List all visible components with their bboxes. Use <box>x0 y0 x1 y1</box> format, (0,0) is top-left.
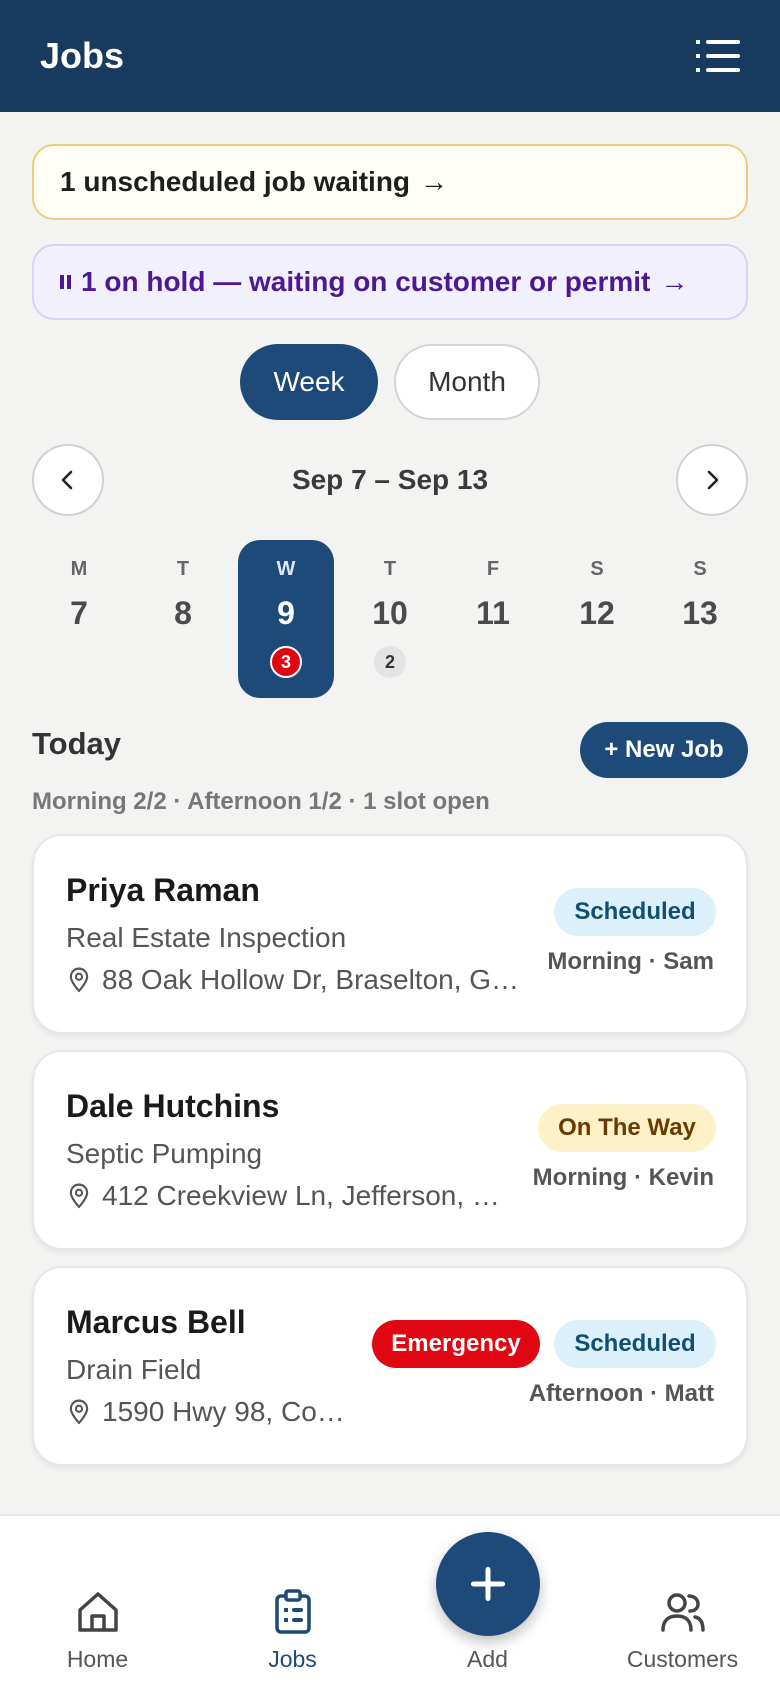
chevron-right-icon <box>707 470 719 490</box>
day-letter: F <box>486 558 500 580</box>
location-pin-icon <box>69 1183 89 1209</box>
tab-label: Home <box>66 1646 129 1672</box>
job-card[interactable]: Priya Raman Real Estate Inspection 88 Oa… <box>32 834 748 1034</box>
day-letter: M <box>70 558 88 580</box>
status-badge: On The Way <box>538 1104 716 1152</box>
job-card[interactable]: Dale Hutchins Septic Pumping 412 Creekvi… <box>32 1050 748 1250</box>
day-number: 13 <box>682 595 718 631</box>
day-letter: T <box>176 558 190 580</box>
day-number: 10 <box>372 595 408 631</box>
add-label: Add <box>467 1646 508 1672</box>
status-badge: Scheduled <box>554 888 716 936</box>
next-week-button[interactable] <box>676 444 748 516</box>
address-text: 1590 Hwy 98, Co… <box>102 1396 345 1427</box>
tab-jobs[interactable]: Jobs <box>195 1516 390 1688</box>
previous-week-button[interactable] <box>32 444 104 516</box>
day-number: 8 <box>174 595 192 631</box>
day-cell-sun[interactable]: S 13 <box>652 540 748 698</box>
customer-name: Marcus Bell <box>66 1304 246 1340</box>
week-range-label: Sep 7 – Sep 13 <box>291 464 489 495</box>
tab-home[interactable]: Home <box>0 1516 195 1688</box>
job-address: 1590 Hwy 98, Co… <box>66 1396 366 1428</box>
slot-and-tech: Morning · Sam <box>547 948 714 975</box>
on-hold-banner-text: 1 on hold — waiting on customer or permi… <box>81 266 651 297</box>
day-letter: T <box>383 558 397 580</box>
service-type: Real Estate Inspection <box>66 922 347 953</box>
day-cell-mon[interactable]: M 7 <box>31 540 127 698</box>
day-cell-sat[interactable]: S 12 <box>549 540 645 698</box>
month-view-toggle[interactable]: Month <box>394 344 540 420</box>
day-cell-wed[interactable]: W 9 3 <box>238 540 334 698</box>
arrow-right-icon: → <box>420 166 449 197</box>
arrow-right-icon: → <box>660 266 689 297</box>
week-view-toggle[interactable]: Week <box>240 344 378 420</box>
unscheduled-banner-text: 1 unscheduled job waiting <box>60 166 411 197</box>
tab-label: Jobs <box>268 1646 317 1672</box>
location-pin-icon <box>69 1399 89 1425</box>
job-address: 412 Creekview Ln, Jefferson, … <box>66 1180 514 1212</box>
status-badge: Scheduled <box>554 1320 716 1368</box>
home-icon <box>77 1592 118 1632</box>
priority-badge: Emergency <box>372 1320 540 1368</box>
slot-and-tech: Morning · Kevin <box>532 1164 714 1191</box>
address-text: 88 Oak Hollow Dr, Braselton, G… <box>102 964 520 995</box>
job-count-badge: 2 <box>374 646 406 678</box>
list-menu-icon[interactable] <box>696 38 740 74</box>
day-number: 11 <box>476 595 510 631</box>
clipboard-list-icon <box>274 1589 311 1634</box>
tab-label: Customers <box>626 1646 739 1672</box>
users-icon <box>660 1593 705 1632</box>
plus-icon <box>471 1567 505 1601</box>
job-card[interactable]: Marcus Bell Drain Field 1590 Hwy 98, Co…… <box>32 1266 748 1466</box>
page-title: Jobs <box>40 35 125 76</box>
location-pin-icon <box>69 967 89 993</box>
new-job-button[interactable]: + New Job <box>580 722 748 778</box>
job-count-badge: 3 <box>270 646 302 678</box>
capacity-summary: Morning 2/2 · Afternoon 1/2 · 1 slot ope… <box>32 788 490 815</box>
day-letter: S <box>693 558 707 580</box>
add-button[interactable] <box>436 1532 540 1636</box>
pause-icon <box>60 275 71 289</box>
address-text: 412 Creekview Ln, Jefferson, … <box>102 1180 500 1211</box>
service-type: Drain Field <box>66 1354 202 1385</box>
customer-name: Dale Hutchins <box>66 1088 280 1124</box>
on-hold-banner[interactable]: 1 on hold — waiting on customer or permi… <box>32 244 748 320</box>
customer-name: Priya Raman <box>66 872 260 908</box>
unscheduled-jobs-banner[interactable]: 1 unscheduled job waiting → <box>32 144 748 220</box>
day-cell-fri[interactable]: F 11 <box>445 540 541 698</box>
day-number: 12 <box>579 595 615 631</box>
day-cell-tue[interactable]: T 8 <box>135 540 231 698</box>
day-number: 9 <box>277 595 295 631</box>
day-letter: W <box>276 558 296 580</box>
job-address: 88 Oak Hollow Dr, Braselton, G… <box>66 964 526 996</box>
day-number: 7 <box>70 595 88 631</box>
app-header: Jobs <box>0 0 780 112</box>
tab-customers[interactable]: Customers <box>585 1516 780 1688</box>
day-letter: S <box>590 558 604 580</box>
chevron-left-icon <box>61 470 73 490</box>
slot-and-tech: Afternoon · Matt <box>528 1380 714 1407</box>
service-type: Septic Pumping <box>66 1138 263 1169</box>
section-title: Today <box>32 726 121 761</box>
day-cell-thu[interactable]: T 10 2 <box>342 540 438 698</box>
